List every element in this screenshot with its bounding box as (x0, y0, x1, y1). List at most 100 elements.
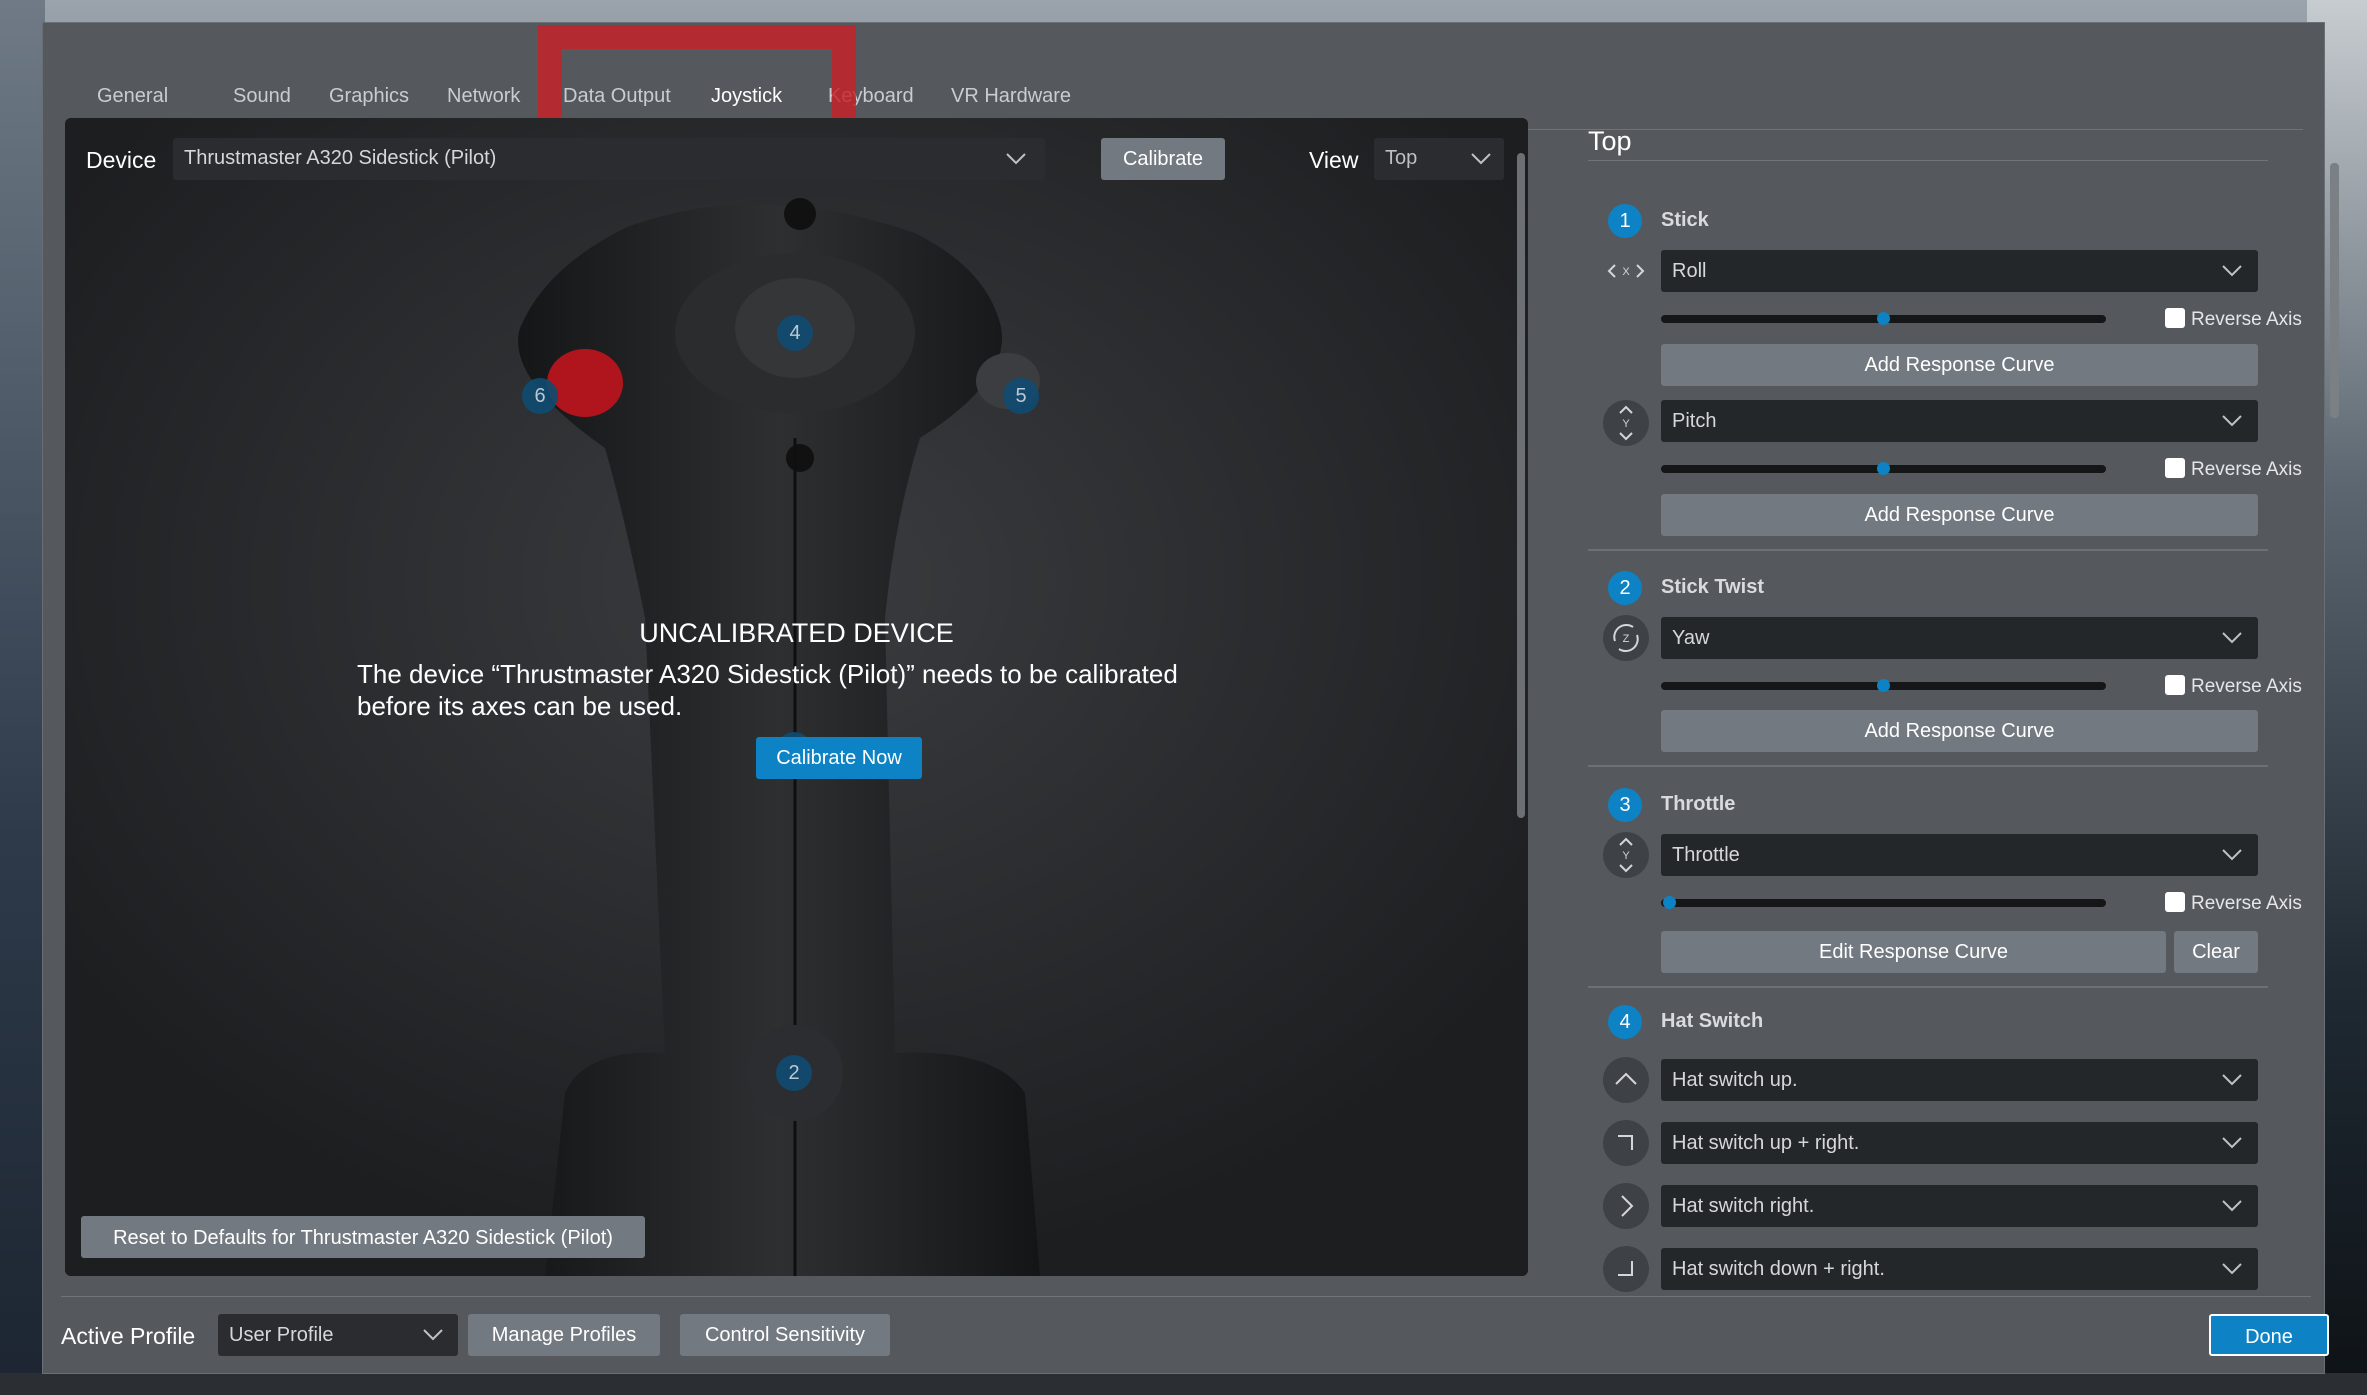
axis-dropdown-throttle[interactable]: Throttle (1661, 834, 2258, 876)
hat-dropdown-up-right[interactable]: Hat switch up + right. (1661, 1122, 2258, 1164)
add-response-curve-button[interactable]: Add Response Curve (1661, 710, 2258, 752)
hat-dropdown-up[interactable]: Hat switch up. (1661, 1059, 2258, 1101)
hat-up-right-icon (1603, 1120, 1649, 1166)
slider-knob[interactable] (1877, 312, 1890, 325)
calibrate-now-button[interactable]: Calibrate Now (756, 737, 922, 779)
tab-sound[interactable]: Sound (233, 85, 291, 108)
done-button[interactable]: Done (2209, 1314, 2329, 1356)
background-left (0, 0, 45, 1395)
tab-general[interactable]: General (97, 85, 168, 108)
slider-knob[interactable] (1877, 462, 1890, 475)
axis-dropdown-yaw[interactable]: Yaw (1661, 617, 2258, 659)
chevron-down-icon (2222, 415, 2242, 427)
reset-defaults-button[interactable]: Reset to Defaults for Thrustmaster A320 … (81, 1216, 645, 1258)
panel-header: Top (1588, 126, 1632, 156)
profile-selected-value: User Profile (229, 1324, 334, 1346)
hat-down-right-icon (1603, 1246, 1649, 1292)
section-title-stick: Stick (1661, 209, 1709, 231)
hat-right-icon (1603, 1183, 1649, 1229)
chevron-down-icon (2222, 632, 2242, 644)
control-sensitivity-button[interactable]: Control Sensitivity (680, 1314, 890, 1356)
clear-button[interactable]: Clear (2174, 931, 2258, 973)
divider (61, 1296, 2311, 1297)
axis-slider-pitch[interactable] (1661, 462, 2106, 475)
stick-marker-5[interactable]: 5 (1003, 378, 1039, 414)
hat-value: Hat switch up. (1672, 1069, 1798, 1091)
chevron-down-icon (2222, 849, 2242, 861)
uncalibrated-title: UNCALIBRATED DEVICE (639, 618, 954, 648)
uncalibrated-message: The device “Thrustmaster A320 Sidestick … (357, 659, 1178, 721)
axis-config-panel: Top 1 Stick X Roll Reverse Axis Add Resp… (1588, 118, 2323, 1308)
chevron-down-icon (1471, 153, 1491, 165)
device-label: Device (86, 147, 157, 173)
add-response-curve-button[interactable]: Add Response Curve (1661, 344, 2258, 386)
tab-keyboard[interactable]: Keyboard (828, 85, 914, 108)
view-selected-value: Top (1385, 147, 1418, 169)
y-axis-icon: Y (1603, 832, 1649, 878)
hat-dropdown-right[interactable]: Hat switch right. (1661, 1185, 2258, 1227)
svg-text:Z: Z (1623, 633, 1630, 645)
section-badge-1: 1 (1608, 204, 1642, 238)
profile-dropdown[interactable]: User Profile (218, 1314, 458, 1356)
svg-text:X: X (1622, 266, 1630, 278)
device-selected-value: Thrustmaster A320 Sidestick (Pilot) (184, 147, 497, 169)
section-badge-4: 4 (1608, 1005, 1642, 1039)
axis-slider-throttle[interactable] (1661, 896, 2106, 909)
reverse-axis-label: Reverse Axis (2191, 459, 2302, 480)
svg-text:Y: Y (1622, 850, 1630, 862)
divider (1588, 986, 2268, 988)
hat-dropdown-down-right[interactable]: Hat switch down + right. (1661, 1248, 2258, 1290)
chevron-down-icon (2222, 265, 2242, 277)
tab-network[interactable]: Network (447, 85, 520, 108)
axis-slider-yaw[interactable] (1661, 679, 2106, 692)
section-title-throttle: Throttle (1661, 793, 1736, 815)
axis-slider-roll[interactable] (1661, 312, 2106, 325)
divider (1588, 549, 2268, 551)
tab-graphics[interactable]: Graphics (329, 85, 409, 108)
hat-value: Hat switch up + right. (1672, 1132, 1860, 1154)
config-scrollbar[interactable] (2330, 163, 2339, 418)
chevron-down-icon (2222, 1200, 2242, 1212)
reverse-axis-label: Reverse Axis (2191, 893, 2302, 914)
stick-marker-4[interactable]: 4 (777, 315, 813, 351)
axis-value: Pitch (1672, 410, 1717, 432)
slider-knob[interactable] (1877, 679, 1890, 692)
divider (1588, 765, 2268, 767)
preview-scrollbar[interactable] (1517, 153, 1525, 818)
manage-profiles-button[interactable]: Manage Profiles (468, 1314, 660, 1356)
z-rotation-icon: Z (1603, 615, 1649, 661)
x-axis-icon: X (1603, 248, 1649, 294)
chevron-down-icon (2222, 1137, 2242, 1149)
divider (1588, 160, 2268, 161)
device-preview-panel: Device Thrustmaster A320 Sidestick (Pilo… (65, 118, 1528, 1276)
reverse-axis-checkbox[interactable] (2165, 458, 2185, 478)
axis-dropdown-roll[interactable]: Roll (1661, 250, 2258, 292)
add-response-curve-button[interactable]: Add Response Curve (1661, 494, 2258, 536)
device-dropdown[interactable]: Thrustmaster A320 Sidestick (Pilot) (173, 138, 1045, 180)
axis-dropdown-pitch[interactable]: Pitch (1661, 400, 2258, 442)
hat-value: Hat switch down + right. (1672, 1258, 1885, 1280)
section-badge-3: 3 (1608, 788, 1642, 822)
stick-marker-6[interactable]: 6 (522, 378, 558, 414)
axis-value: Yaw (1672, 627, 1710, 649)
tab-vr-hardware[interactable]: VR Hardware (951, 85, 1071, 108)
section-title-hat-switch: Hat Switch (1661, 1010, 1764, 1032)
svg-text:Y: Y (1622, 418, 1630, 430)
tab-joystick[interactable]: Joystick (711, 85, 782, 108)
stick-marker-2[interactable]: 2 (776, 1055, 812, 1091)
settings-dialog: General Sound Graphics Network Data Outp… (42, 22, 2339, 1374)
axis-value: Throttle (1672, 844, 1740, 866)
edit-response-curve-button[interactable]: Edit Response Curve (1661, 931, 2166, 973)
tab-data-output[interactable]: Data Output (563, 85, 671, 108)
y-axis-icon: Y (1603, 400, 1649, 446)
view-dropdown[interactable]: Top (1374, 138, 1504, 180)
reverse-axis-checkbox[interactable] (2165, 308, 2185, 328)
section-badge-2: 2 (1608, 571, 1642, 605)
axis-value: Roll (1672, 260, 1707, 282)
slider-knob[interactable] (1663, 896, 1676, 909)
chevron-down-icon (423, 1329, 443, 1341)
reverse-axis-checkbox[interactable] (2165, 675, 2185, 695)
active-profile-label: Active Profile (61, 1323, 196, 1349)
reverse-axis-checkbox[interactable] (2165, 892, 2185, 912)
calibrate-button[interactable]: Calibrate (1101, 138, 1225, 180)
